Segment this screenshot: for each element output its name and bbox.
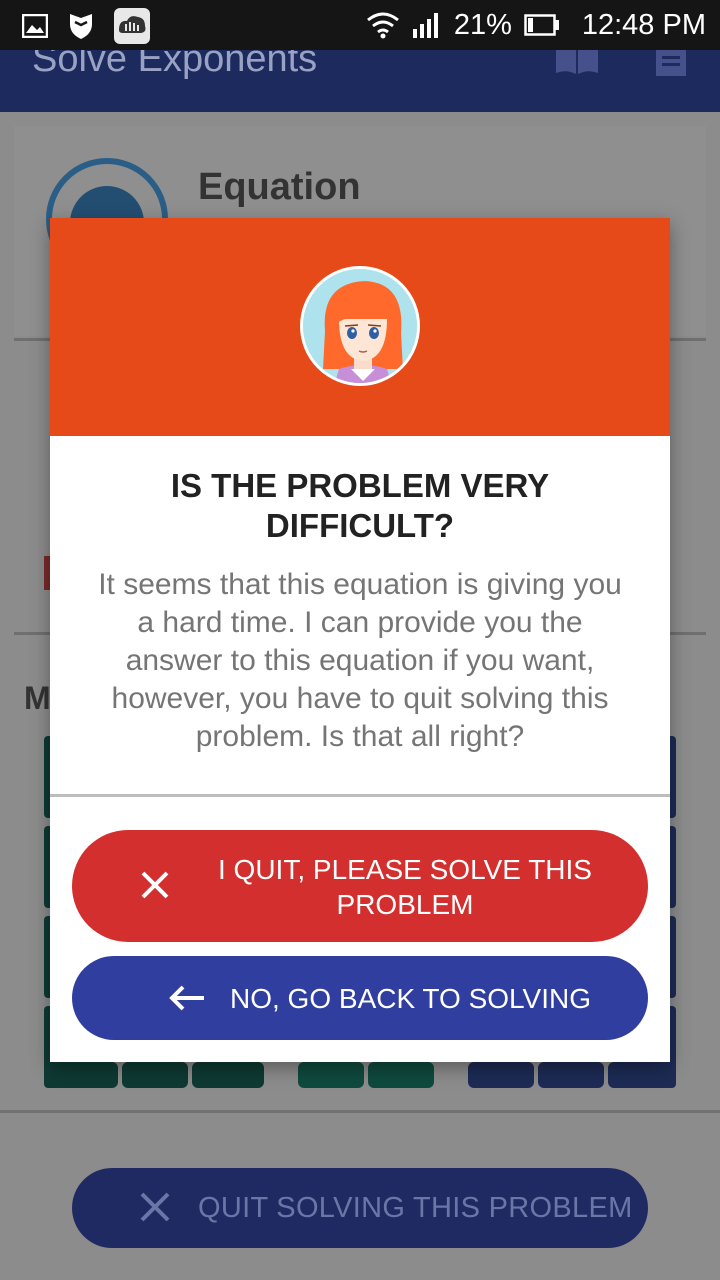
- avatar: [300, 266, 420, 386]
- gallery-icon: [22, 14, 48, 38]
- keypad-key[interactable]: [46, 1062, 118, 1088]
- difficulty-dialog: IS THE PROBLEM VERY DIFFICULT? It seems …: [50, 218, 670, 1062]
- dialog-divider: [50, 794, 670, 797]
- dialog-message: It seems that this equation is giving yo…: [98, 568, 622, 753]
- keypad-key[interactable]: [122, 1062, 188, 1088]
- wifi-icon: [366, 12, 399, 39]
- section-label: M: [24, 680, 51, 716]
- dialog-header: [50, 218, 670, 436]
- quit-and-solve-button[interactable]: I QUIT, PLEASE SOLVE THIS PROBLEM: [72, 830, 648, 942]
- divider: [0, 1110, 720, 1113]
- quit-solving-label: QUIT SOLVING THIS PROBLEM: [198, 1192, 633, 1224]
- shield-icon: [70, 14, 92, 39]
- dialog-title: IS THE PROBLEM VERY DIFFICULT?: [170, 467, 550, 544]
- battery-icon: [524, 14, 559, 36]
- cloud-music-icon: [114, 8, 150, 44]
- go-back-label: NO, GO BACK TO SOLVING: [230, 983, 591, 1014]
- close-icon: [140, 1192, 170, 1222]
- status-bar: 21% 12:48 PM: [0, 0, 720, 50]
- clock: 12:48 PM: [581, 9, 706, 41]
- quit-solving-button[interactable]: QUIT SOLVING THIS PROBLEM: [72, 1168, 648, 1248]
- keypad-key[interactable]: [192, 1062, 264, 1088]
- equation-label: Equation: [198, 166, 361, 208]
- go-back-button[interactable]: NO, GO BACK TO SOLVING: [72, 956, 648, 1040]
- quit-and-solve-label: I QUIT, PLEASE SOLVE THIS PROBLEM: [218, 854, 592, 920]
- keypad-key[interactable]: [538, 1062, 604, 1088]
- keypad-key[interactable]: [608, 1062, 674, 1088]
- keypad-key[interactable]: [468, 1062, 534, 1088]
- signal-icon: [412, 13, 438, 38]
- tutor-avatar-icon: [303, 269, 417, 383]
- keypad-key[interactable]: [368, 1062, 434, 1088]
- close-icon: [141, 871, 169, 899]
- battery-percentage: 21%: [453, 9, 512, 41]
- keypad-key[interactable]: [298, 1062, 364, 1088]
- arrow-left-icon: [169, 985, 204, 1011]
